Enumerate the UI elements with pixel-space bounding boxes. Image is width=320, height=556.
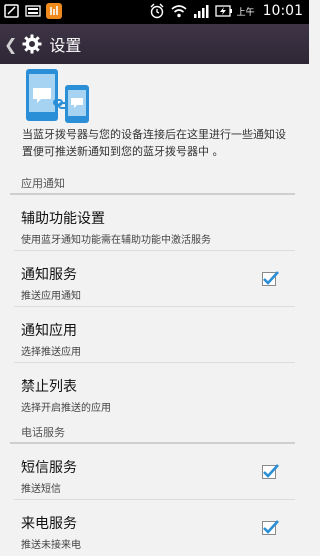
sms-service-checkbox[interactable] [262,464,279,479]
list-item-title: 来电服务 [21,516,77,532]
section-header-phone-services: 电话服务 [0,422,309,444]
list-item-block-list[interactable]: 禁止列表 选择开启推送的应用 [0,363,309,419]
list-item-subtitle: 推送短信 [21,484,61,495]
gear-icon[interactable] [21,33,43,55]
list-item-call-service[interactable]: 来电服务 推送未接来电 [0,500,309,556]
section-title: 应用通知 [21,177,65,190]
keyboard-icon [25,3,41,19]
section-header-app-notifications: 应用通知 [0,173,309,195]
call-service-checkbox[interactable] [262,520,279,535]
notification-app-icon [46,3,62,19]
alarm-icon [149,3,165,19]
list-item-subtitle: 使用蓝牙通知功能需在辅助功能中激活服务 [21,235,211,246]
status-bar: 上午 10:01 [0,0,309,24]
phone-link-illustration [24,68,94,124]
status-am-pm: 上午 [236,7,255,18]
list-item-subtitle: 选择推送应用 [21,347,81,358]
list-item-title: 通知应用 [21,323,77,339]
list-item-title: 短信服务 [21,460,77,476]
wifi-icon [171,3,187,19]
list-item-subtitle: 推送未接来电 [21,540,81,551]
section-title: 电话服务 [21,426,65,439]
hero-description: 当蓝牙拨号器与您的设备连接后在这里进行一些通知设置便可推送新通知到您的蓝牙拨号器… [22,128,286,158]
list-item-subtitle: 推送应用通知 [21,291,81,302]
edit-note-icon [4,3,20,19]
notification-service-checkbox[interactable] [262,271,279,286]
list-item-title: 通知服务 [21,267,77,283]
list-item-accessibility-settings[interactable]: 辅助功能设置 使用蓝牙通知功能需在辅助功能中激活服务 [0,195,309,251]
list-item-sms-service[interactable]: 短信服务 推送短信 [0,444,309,500]
list-item-title: 辅助功能设置 [21,211,105,227]
signal-icon [193,3,209,19]
list-item-subtitle: 选择开启推送的应用 [21,403,111,414]
page-title: 设置 [49,36,82,55]
battery-charging-icon [214,3,232,19]
action-bar: ❮ 设置 [0,24,309,64]
list-item-title: 禁止列表 [21,379,77,395]
list-item-notification-service[interactable]: 通知服务 推送应用通知 [0,251,309,307]
list-item-notification-apps[interactable]: 通知应用 选择推送应用 [0,307,309,363]
back-chevron-icon[interactable]: ❮ [4,35,17,54]
status-time: 10:01 [262,3,303,19]
